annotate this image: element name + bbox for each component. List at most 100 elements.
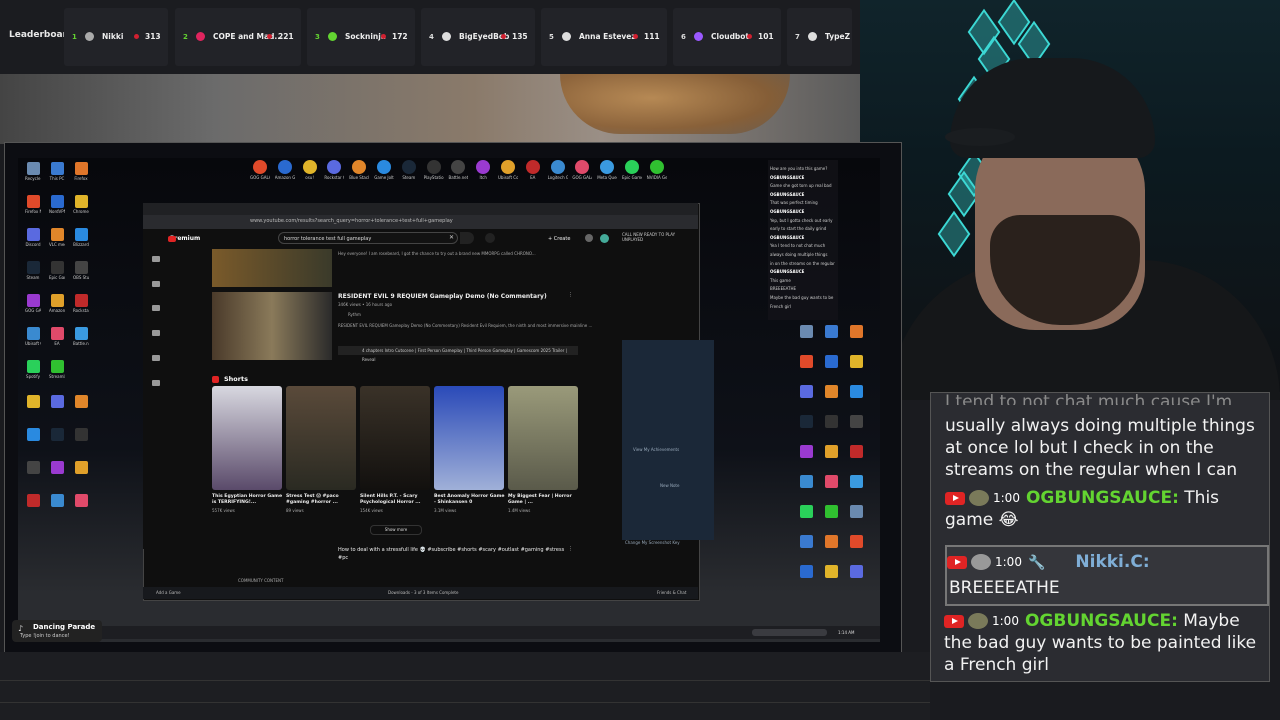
show-more-button[interactable]: Show more <box>370 525 422 535</box>
taskbar-search[interactable] <box>752 629 827 636</box>
desktop-icon[interactable] <box>823 445 839 458</box>
desktop-icon[interactable]: Chrome <box>73 195 89 214</box>
video-thumbnail[interactable] <box>212 292 332 360</box>
browser-tab-bar[interactable] <box>143 203 698 215</box>
more-icon[interactable]: ⋮ <box>568 292 573 298</box>
desktop-icon[interactable] <box>798 415 814 428</box>
shortcut-icon[interactable]: EA <box>523 160 543 180</box>
shortcut-icon[interactable]: Steam <box>399 160 419 180</box>
desktop-icon[interactable] <box>848 475 864 488</box>
short-title[interactable]: Stress Test 😱 #paco #gaming #horror ... <box>286 494 358 506</box>
desktop-icon[interactable]: Spotify <box>25 360 41 379</box>
desktop-icon[interactable] <box>848 355 864 368</box>
short-title[interactable]: This Egyptian Horror Game is TERRIFYING!… <box>212 494 284 506</box>
video-thumbnail[interactable] <box>212 249 332 287</box>
shortcut-icon[interactable]: Blue Stacks <box>349 160 369 180</box>
desktop-icon[interactable] <box>823 475 839 488</box>
desktop-icon[interactable] <box>49 461 65 474</box>
desktop-icon[interactable]: Discord <box>25 228 41 247</box>
desktop-icon[interactable] <box>73 395 89 408</box>
desktop-icon[interactable] <box>823 565 839 578</box>
video-title[interactable]: RESIDENT EVIL 9 REQUIEM Gameplay Demo (N… <box>338 293 547 300</box>
friends-chat-button[interactable]: Friends & Chat <box>657 590 686 595</box>
desktop-icon[interactable]: Rockstar Games <box>73 294 89 313</box>
short-thumbnail[interactable] <box>360 386 430 490</box>
desktop-icon[interactable]: Blizzard <box>73 228 89 247</box>
notifications-icon[interactable] <box>585 234 593 242</box>
desktop-icon[interactable] <box>823 325 839 338</box>
shortcut-icon[interactable]: osu! <box>300 160 320 180</box>
short-title[interactable]: My Biggest Fear | Horror Game | ... <box>508 494 580 506</box>
desktop-icon[interactable]: Firefox Nightmare <box>25 195 41 214</box>
desktop-icon[interactable] <box>848 325 864 338</box>
desktop-icon[interactable] <box>823 385 839 398</box>
desktop-icon[interactable]: Recycle Bin <box>25 162 41 181</box>
desktop-icon[interactable]: Firefox <box>73 162 89 181</box>
shortcut-icon[interactable]: Rockstar Games <box>324 160 344 180</box>
search-input[interactable]: horror tolerance test full gameplay <box>278 232 458 244</box>
desktop-icon[interactable] <box>73 428 89 441</box>
subscriptions-icon[interactable] <box>152 305 160 311</box>
history-icon[interactable] <box>152 355 160 361</box>
short-thumbnail[interactable] <box>212 386 282 490</box>
shortcut-icon[interactable]: GOG GALAXY <box>572 160 592 180</box>
shorts-icon[interactable] <box>152 281 160 287</box>
desktop-icon[interactable] <box>823 415 839 428</box>
desktop-icon[interactable]: EA <box>49 327 65 346</box>
desktop-icon[interactable] <box>848 565 864 578</box>
shortcut-icon[interactable]: Amazon Games <box>275 160 295 180</box>
desktop-icon[interactable] <box>823 505 839 518</box>
desktop-icon[interactable] <box>848 535 864 548</box>
channel-name[interactable]: Rythm <box>348 312 361 317</box>
short-thumbnail[interactable] <box>286 386 356 490</box>
desktop-icon[interactable] <box>49 428 65 441</box>
desktop-icon[interactable] <box>798 325 814 338</box>
steam-tabs[interactable]: CALL NEW READY TO PLAY UNPLAYED <box>622 232 696 242</box>
shortcut-icon[interactable]: Ubisoft Connect <box>498 160 518 180</box>
desktop-icon[interactable] <box>798 505 814 518</box>
url-text[interactable]: www.youtube.com/results?search_query=hor… <box>250 218 453 224</box>
downloads-icon[interactable] <box>152 380 160 386</box>
desktop-icon[interactable] <box>823 355 839 368</box>
desktop-icon[interactable] <box>798 385 814 398</box>
desktop-icon[interactable]: Amazon Games <box>49 294 65 313</box>
desktop-icon[interactable] <box>848 505 864 518</box>
short-thumbnail[interactable] <box>434 386 504 490</box>
short-title[interactable]: Best Anomaly Horror Game - Shinkansen 0 <box>434 494 506 506</box>
youtube-icon[interactable] <box>168 236 176 242</box>
steam-new-note[interactable]: New Note <box>660 483 679 488</box>
shortcut-icon[interactable]: PlayStation <box>424 160 444 180</box>
search-icon[interactable] <box>460 232 474 244</box>
desktop-icon[interactable] <box>798 445 814 458</box>
desktop-icon[interactable] <box>823 535 839 548</box>
clear-icon[interactable]: ✕ <box>449 234 454 241</box>
add-game-button[interactable]: Add a Game <box>156 590 181 595</box>
desktop-icon[interactable] <box>798 565 814 578</box>
desktop-icon[interactable] <box>848 415 864 428</box>
desktop-icon[interactable] <box>49 395 65 408</box>
shortcut-icon[interactable]: Itch <box>473 160 493 180</box>
shortcut-icon[interactable]: Battle.net <box>448 160 468 180</box>
steam-achievements-link[interactable]: View My Achievements <box>633 447 679 452</box>
shortcut-icon[interactable]: GOG GALAXY <box>250 160 270 180</box>
home-icon[interactable] <box>152 256 160 262</box>
you-icon[interactable] <box>152 330 160 336</box>
desktop-icon[interactable]: VLC media player <box>49 228 65 247</box>
desktop-icon[interactable] <box>848 445 864 458</box>
short-title[interactable]: Silent Hills P.T. - Scary Psychological … <box>360 494 432 506</box>
desktop-icon[interactable] <box>25 461 41 474</box>
chapters-bar[interactable]: 4 chapters Intro Cutscene | First Person… <box>338 346 578 362</box>
desktop-icon[interactable]: GOG GALAXY <box>25 294 41 313</box>
shortcut-icon[interactable]: NVIDIA GeForce <box>647 160 667 180</box>
desktop-icon[interactable] <box>25 395 41 408</box>
desktop-icon[interactable] <box>798 355 814 368</box>
short-thumbnail[interactable] <box>508 386 578 490</box>
avatar[interactable] <box>600 234 609 243</box>
desktop-icon[interactable] <box>25 494 41 507</box>
more-icon[interactable]: ⋮ <box>568 546 573 552</box>
desktop-icon[interactable] <box>73 461 89 474</box>
create-button[interactable]: + Create <box>548 236 570 242</box>
shortcut-icon[interactable]: Logitech G HUB <box>548 160 568 180</box>
desktop-icon[interactable] <box>798 475 814 488</box>
desktop-icon[interactable] <box>25 428 41 441</box>
